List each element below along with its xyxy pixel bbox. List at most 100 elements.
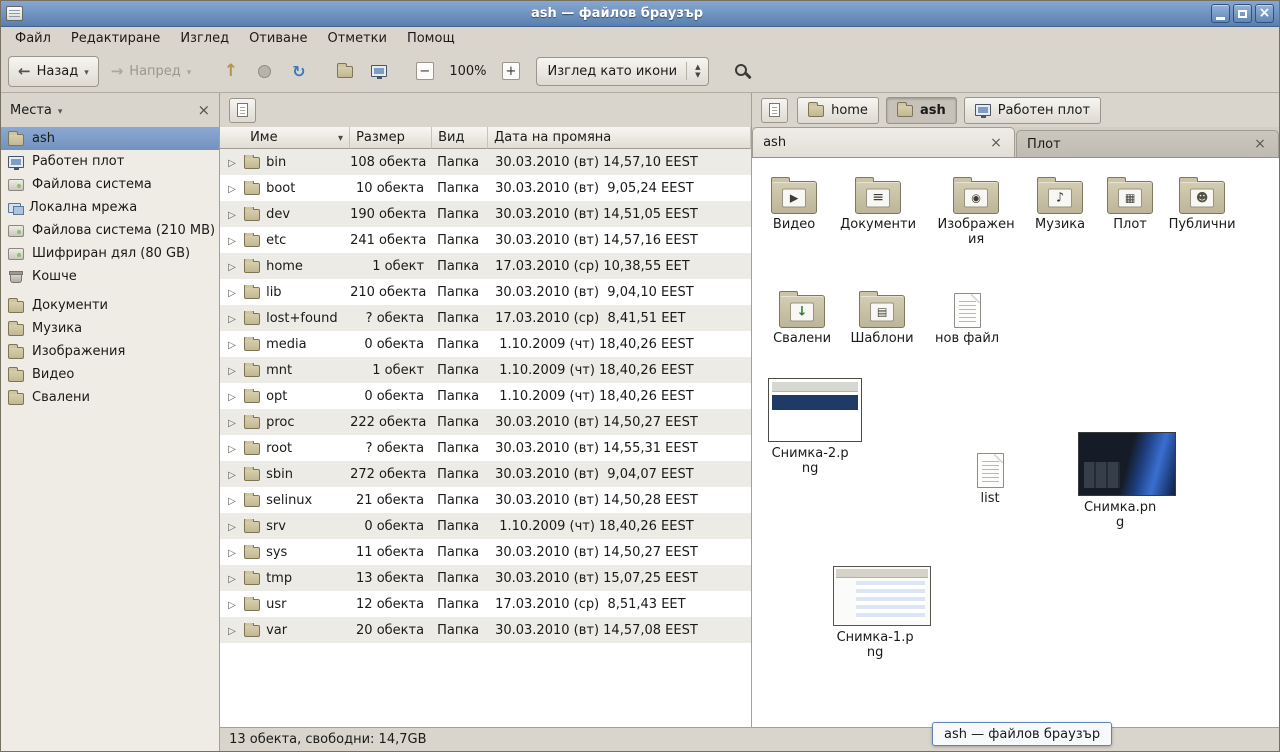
back-button[interactable]: Назад [8, 56, 99, 87]
file-icon-item[interactable]: Снимка-2.png [768, 378, 852, 476]
close-button[interactable] [1255, 4, 1274, 23]
file-icon-item[interactable]: Видео [752, 172, 836, 233]
back-history-chevron-icon[interactable] [84, 64, 89, 79]
expander-icon[interactable] [228, 467, 238, 482]
file-icon-item[interactable]: Снимка.png [1078, 432, 1162, 530]
sidebar-item[interactable]: Работен плот [1, 150, 219, 173]
expander-icon[interactable] [228, 545, 238, 560]
expander-icon[interactable] [228, 415, 238, 430]
expander-icon[interactable] [228, 233, 238, 248]
table-row[interactable]: etc 241 обекта Папка 30.03.2010 (вт) 14,… [220, 227, 751, 253]
stop-button[interactable] [249, 56, 280, 87]
titlebar[interactable]: ash — файлов браузър [1, 1, 1279, 27]
file-icon-item[interactable]: Изображения [934, 172, 1018, 247]
up-button[interactable] [215, 56, 246, 87]
menu-item[interactable]: Отиване [239, 27, 317, 50]
expander-icon[interactable] [228, 597, 238, 612]
maximize-button[interactable] [1233, 4, 1252, 23]
table-row[interactable]: bin 108 обекта Папка 30.03.2010 (вт) 14,… [220, 149, 751, 175]
menu-item[interactable]: Файл [5, 27, 61, 50]
location-toggle-button[interactable] [229, 98, 256, 123]
expander-icon[interactable] [228, 441, 238, 456]
expander-icon[interactable] [228, 311, 238, 326]
table-row[interactable]: tmp 13 обекта Папка 30.03.2010 (вт) 15,0… [220, 565, 751, 591]
expander-icon[interactable] [228, 207, 238, 222]
sidebar-close-button[interactable] [198, 101, 211, 119]
table-row[interactable]: lost+found ? обекта Папка 17.03.2010 (ср… [220, 305, 751, 331]
table-row[interactable]: home 1 обект Папка 17.03.2010 (ср) 10,38… [220, 253, 751, 279]
table-row[interactable]: dev 190 обекта Папка 30.03.2010 (вт) 14,… [220, 201, 751, 227]
file-icon-item[interactable]: нов файл [925, 286, 1009, 347]
menu-item[interactable]: Отметки [317, 27, 396, 50]
forward-button[interactable]: Напред [102, 56, 201, 87]
expander-icon[interactable] [228, 181, 238, 196]
sidebar-item[interactable]: Музика [1, 317, 219, 340]
table-row[interactable]: proc 222 обекта Папка 30.03.2010 (вт) 14… [220, 409, 751, 435]
sidebar-item[interactable]: Файлова система [1, 173, 219, 196]
file-icon-item[interactable]: list [948, 446, 1032, 507]
menu-item[interactable]: Помощ [397, 27, 465, 50]
column-header-size[interactable]: Размер [350, 127, 432, 149]
window-menu-icon[interactable] [6, 6, 23, 21]
expander-icon[interactable] [228, 337, 238, 352]
expander-icon[interactable] [228, 493, 238, 508]
sidebar-item[interactable]: Файлова система (210 MB) [1, 219, 219, 242]
view-mode-dropdown[interactable]: Изглед като икони [536, 57, 709, 86]
expander-icon[interactable] [228, 259, 238, 274]
menu-item[interactable]: Редактиране [61, 27, 170, 50]
sidebar-item[interactable]: Видео [1, 363, 219, 386]
computer-button[interactable] [363, 56, 394, 87]
tab-close-icon[interactable] [1252, 136, 1268, 152]
expander-icon[interactable] [228, 389, 238, 404]
file-icon-item[interactable]: Свалени [760, 286, 844, 347]
column-header-name[interactable]: Име [220, 127, 350, 149]
sidebar-item[interactable]: Свалени [1, 386, 219, 409]
expander-icon[interactable] [228, 285, 238, 300]
tab[interactable]: Плот [1016, 130, 1279, 157]
table-row[interactable]: var 20 обекта Папка 30.03.2010 (вт) 14,5… [220, 617, 751, 643]
expander-icon[interactable] [228, 155, 238, 170]
search-button[interactable] [724, 56, 755, 87]
tab-close-icon[interactable] [988, 135, 1004, 151]
reload-button[interactable] [283, 56, 314, 87]
zoom-in-button[interactable] [495, 56, 526, 87]
sidebar-item[interactable]: Документи [1, 294, 219, 317]
table-row[interactable]: sys 11 обекта Папка 30.03.2010 (вт) 14,5… [220, 539, 751, 565]
breadcrumb-button[interactable]: Работен плот [964, 97, 1101, 124]
column-header-date[interactable]: Дата на промяна [488, 127, 751, 149]
table-row[interactable]: srv 0 обекта Папка 1.10.2009 (чт) 18,40,… [220, 513, 751, 539]
sidebar-item[interactable]: ash [1, 127, 219, 150]
table-row[interactable]: lib 210 обекта Папка 30.03.2010 (вт) 9,0… [220, 279, 751, 305]
breadcrumb-button[interactable]: home [797, 97, 879, 124]
expander-icon[interactable] [228, 571, 238, 586]
home-button[interactable] [329, 56, 360, 87]
list-empty-area[interactable] [220, 643, 751, 727]
file-icon-item[interactable]: Шаблони [840, 286, 924, 347]
breadcrumb-button[interactable]: ash [886, 97, 957, 124]
zoom-out-button[interactable] [409, 56, 440, 87]
file-icon-item[interactable]: Публични [1160, 172, 1244, 233]
expander-icon[interactable] [228, 623, 238, 638]
column-header-kind[interactable]: Вид [432, 127, 488, 149]
table-row[interactable]: opt 0 обекта Папка 1.10.2009 (чт) 18,40,… [220, 383, 751, 409]
expander-icon[interactable] [228, 519, 238, 534]
sidebar-view-selector[interactable]: Места [10, 103, 62, 118]
sidebar-item[interactable]: Изображения [1, 340, 219, 363]
tab[interactable]: ash [752, 127, 1015, 157]
expander-icon[interactable] [228, 363, 238, 378]
table-row[interactable]: sbin 272 обекта Папка 30.03.2010 (вт) 9,… [220, 461, 751, 487]
table-row[interactable]: root ? обекта Папка 30.03.2010 (вт) 14,5… [220, 435, 751, 461]
table-row[interactable]: media 0 обекта Папка 1.10.2009 (чт) 18,4… [220, 331, 751, 357]
icon-view-canvas[interactable]: GUADEC GNOME Store Видео Документи [752, 157, 1279, 727]
minimize-button[interactable] [1211, 4, 1230, 23]
location-toggle-button[interactable] [761, 98, 788, 123]
sidebar-item[interactable]: Шифриран дял (80 GB) [1, 242, 219, 265]
file-icon-item[interactable]: Документи [836, 172, 920, 233]
table-row[interactable]: selinux 21 обекта Папка 30.03.2010 (вт) … [220, 487, 751, 513]
menu-item[interactable]: Изглед [170, 27, 239, 50]
file-icon-item[interactable]: Снимка-1.png [833, 566, 917, 660]
table-row[interactable]: mnt 1 обект Папка 1.10.2009 (чт) 18,40,2… [220, 357, 751, 383]
table-row[interactable]: boot 10 обекта Папка 30.03.2010 (вт) 9,0… [220, 175, 751, 201]
table-row[interactable]: usr 12 обекта Папка 17.03.2010 (ср) 8,51… [220, 591, 751, 617]
sidebar-item[interactable]: Локална мрежа [1, 196, 219, 219]
